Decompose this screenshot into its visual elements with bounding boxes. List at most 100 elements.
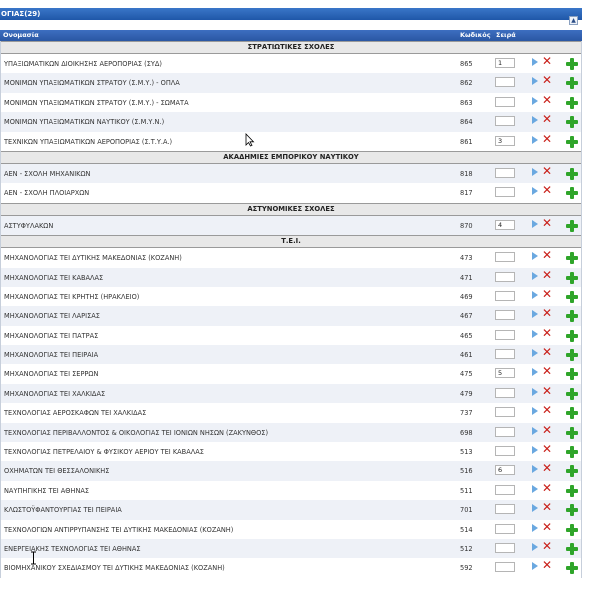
play-arrow-icon[interactable] bbox=[532, 58, 538, 66]
plus-icon[interactable] bbox=[566, 329, 578, 342]
delete-x-icon[interactable]: ✕ bbox=[542, 184, 552, 196]
play-arrow-icon[interactable] bbox=[532, 187, 538, 196]
order-input[interactable] bbox=[495, 407, 515, 418]
play-arrow-icon[interactable] bbox=[532, 465, 538, 474]
play-arrow-icon[interactable] bbox=[532, 407, 538, 416]
order-input[interactable] bbox=[495, 290, 515, 301]
plus-icon[interactable] bbox=[566, 58, 578, 70]
order-input[interactable] bbox=[495, 446, 515, 457]
order-input[interactable] bbox=[495, 484, 515, 495]
play-arrow-icon[interactable] bbox=[532, 219, 538, 228]
plus-icon[interactable] bbox=[566, 96, 578, 109]
delete-x-icon[interactable]: ✕ bbox=[542, 365, 552, 377]
plus-icon[interactable] bbox=[566, 484, 578, 497]
play-arrow-icon[interactable] bbox=[532, 135, 538, 144]
order-input[interactable] bbox=[495, 387, 515, 398]
play-arrow-icon[interactable] bbox=[532, 387, 538, 396]
plus-icon[interactable] bbox=[566, 252, 578, 265]
delete-x-icon[interactable]: ✕ bbox=[542, 269, 552, 281]
delete-x-icon[interactable]: ✕ bbox=[542, 327, 552, 339]
order-input[interactable] bbox=[495, 465, 515, 476]
plus-icon[interactable] bbox=[566, 426, 578, 439]
order-input[interactable] bbox=[495, 271, 515, 282]
play-arrow-icon[interactable] bbox=[532, 329, 538, 338]
play-arrow-icon[interactable] bbox=[532, 562, 538, 571]
delete-x-icon[interactable]: ✕ bbox=[542, 165, 552, 177]
chevron-up-icon[interactable]: ▲ bbox=[569, 16, 578, 25]
delete-x-icon[interactable]: ✕ bbox=[542, 133, 552, 145]
order-input[interactable] bbox=[495, 252, 515, 263]
delete-x-icon[interactable]: ✕ bbox=[542, 385, 552, 397]
play-arrow-icon[interactable] bbox=[532, 368, 538, 377]
order-input[interactable] bbox=[495, 116, 515, 127]
order-input[interactable] bbox=[495, 96, 515, 107]
plus-icon[interactable] bbox=[566, 116, 578, 129]
delete-x-icon[interactable]: ✕ bbox=[542, 288, 552, 300]
delete-x-icon[interactable]: ✕ bbox=[542, 55, 552, 67]
plus-icon[interactable] bbox=[566, 219, 578, 232]
order-input[interactable] bbox=[495, 329, 515, 340]
delete-x-icon[interactable]: ✕ bbox=[542, 217, 552, 229]
play-arrow-icon[interactable] bbox=[532, 523, 538, 532]
order-input[interactable] bbox=[495, 77, 515, 88]
delete-x-icon[interactable]: ✕ bbox=[542, 346, 552, 358]
plus-icon[interactable] bbox=[566, 368, 578, 381]
play-arrow-icon[interactable] bbox=[532, 446, 538, 455]
delete-x-icon[interactable]: ✕ bbox=[542, 74, 552, 86]
order-input[interactable] bbox=[495, 504, 515, 515]
delete-x-icon[interactable]: ✕ bbox=[542, 521, 552, 533]
plus-icon[interactable] bbox=[566, 290, 578, 303]
plus-icon[interactable] bbox=[566, 135, 578, 148]
delete-x-icon[interactable]: ✕ bbox=[542, 424, 552, 436]
order-input[interactable] bbox=[495, 219, 515, 230]
order-input[interactable] bbox=[495, 135, 515, 146]
plus-icon[interactable] bbox=[566, 562, 578, 575]
order-input[interactable] bbox=[495, 426, 515, 437]
play-arrow-icon[interactable] bbox=[532, 77, 538, 86]
delete-x-icon[interactable]: ✕ bbox=[542, 443, 552, 455]
plus-icon[interactable] bbox=[566, 310, 578, 323]
order-input[interactable] bbox=[495, 310, 515, 321]
delete-x-icon[interactable]: ✕ bbox=[542, 249, 552, 261]
delete-x-icon[interactable]: ✕ bbox=[542, 501, 552, 513]
play-arrow-icon[interactable] bbox=[532, 96, 538, 105]
play-arrow-icon[interactable] bbox=[532, 116, 538, 125]
order-input[interactable] bbox=[495, 349, 515, 360]
order-input[interactable] bbox=[495, 562, 515, 573]
plus-icon[interactable] bbox=[566, 77, 578, 90]
play-arrow-icon[interactable] bbox=[532, 349, 538, 358]
order-input[interactable] bbox=[495, 523, 515, 534]
delete-x-icon[interactable]: ✕ bbox=[542, 462, 552, 474]
plus-icon[interactable] bbox=[566, 407, 578, 420]
delete-x-icon[interactable]: ✕ bbox=[542, 482, 552, 494]
plus-icon[interactable] bbox=[566, 523, 578, 536]
delete-x-icon[interactable]: ✕ bbox=[542, 540, 552, 552]
play-arrow-icon[interactable] bbox=[532, 167, 538, 176]
play-arrow-icon[interactable] bbox=[532, 504, 538, 513]
delete-x-icon[interactable]: ✕ bbox=[542, 307, 552, 319]
order-input[interactable] bbox=[495, 167, 515, 178]
plus-icon[interactable] bbox=[566, 167, 578, 180]
delete-x-icon[interactable]: ✕ bbox=[542, 113, 552, 125]
order-input[interactable] bbox=[495, 368, 515, 379]
play-arrow-icon[interactable] bbox=[532, 252, 538, 261]
play-arrow-icon[interactable] bbox=[532, 310, 538, 319]
play-arrow-icon[interactable] bbox=[532, 484, 538, 493]
play-arrow-icon[interactable] bbox=[532, 542, 538, 551]
plus-icon[interactable] bbox=[566, 446, 578, 459]
order-input[interactable] bbox=[495, 58, 515, 68]
delete-x-icon[interactable]: ✕ bbox=[542, 559, 552, 571]
plus-icon[interactable] bbox=[566, 349, 578, 362]
play-arrow-icon[interactable] bbox=[532, 426, 538, 435]
delete-x-icon[interactable]: ✕ bbox=[542, 404, 552, 416]
plus-icon[interactable] bbox=[566, 465, 578, 478]
plus-icon[interactable] bbox=[566, 504, 578, 517]
order-input[interactable] bbox=[495, 542, 515, 553]
plus-icon[interactable] bbox=[566, 387, 578, 400]
play-arrow-icon[interactable] bbox=[532, 290, 538, 299]
plus-icon[interactable] bbox=[566, 542, 578, 555]
play-arrow-icon[interactable] bbox=[532, 271, 538, 280]
plus-icon[interactable] bbox=[566, 187, 578, 200]
delete-x-icon[interactable]: ✕ bbox=[542, 94, 552, 106]
plus-icon[interactable] bbox=[566, 271, 578, 284]
